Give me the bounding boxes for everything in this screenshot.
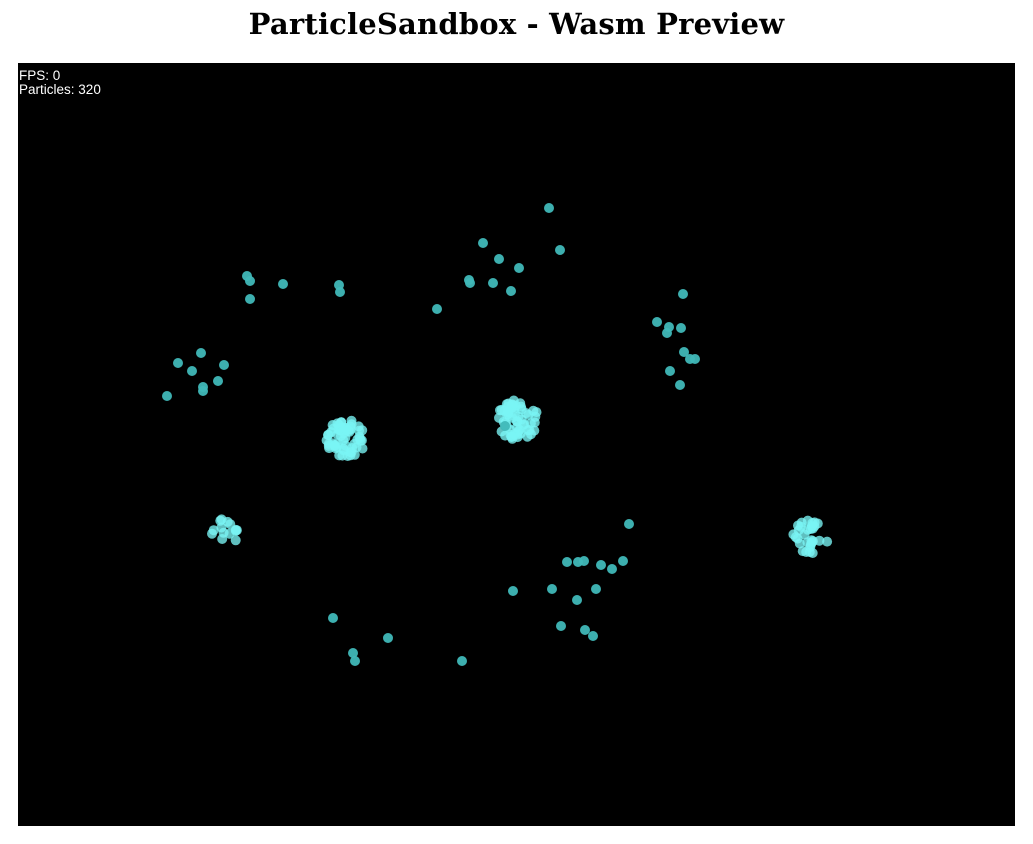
particle: [464, 275, 474, 285]
particle: [675, 380, 685, 390]
particle: [514, 263, 524, 273]
particle: [676, 323, 686, 333]
particle-count-readout: Particles: 320: [19, 83, 101, 97]
particles-value: 320: [78, 82, 101, 97]
particle: [383, 633, 393, 643]
particle: [652, 317, 662, 327]
simulation-viewport[interactable]: FPS: 0 Particles: 320: [18, 63, 1015, 826]
particle: [196, 348, 206, 358]
particle: [529, 417, 540, 428]
particle-cluster: [788, 515, 833, 558]
particle: [326, 427, 337, 438]
particle: [506, 286, 516, 296]
particle: [336, 417, 347, 428]
particle: [544, 203, 554, 213]
particle: [352, 434, 363, 445]
particle: [173, 358, 183, 368]
particle: [579, 556, 589, 566]
particle: [522, 431, 533, 442]
particle: [794, 538, 805, 549]
particle: [624, 519, 634, 529]
particle: [350, 656, 360, 666]
particle: [588, 631, 598, 641]
particle: [162, 391, 172, 401]
particle-cluster: [207, 514, 242, 546]
particle: [335, 287, 345, 297]
particle-cluster: [494, 395, 542, 444]
particle: [596, 560, 606, 570]
particle: [500, 421, 510, 431]
particle: [796, 517, 807, 528]
particle: [678, 289, 688, 299]
particle: [665, 366, 675, 376]
particle: [562, 557, 572, 567]
hud-overlay: FPS: 0 Particles: 320: [19, 69, 101, 97]
particle: [662, 328, 672, 338]
particle-cluster: [321, 415, 368, 461]
particle: [230, 525, 241, 536]
particle: [230, 535, 241, 546]
particle: [580, 625, 590, 635]
particle: [516, 414, 527, 425]
particle: [494, 254, 504, 264]
particle: [516, 401, 526, 412]
particle: [685, 354, 695, 364]
particle: [547, 584, 557, 594]
particle: [591, 584, 601, 594]
particle: [334, 450, 345, 461]
particle: [508, 586, 518, 596]
particle: [216, 522, 227, 533]
particle: [528, 405, 539, 416]
particle: [346, 415, 357, 426]
particle-canvas[interactable]: [18, 63, 1015, 826]
particle: [572, 595, 582, 605]
particle: [245, 294, 255, 304]
particle: [330, 440, 340, 451]
particle: [607, 564, 617, 574]
particle: [245, 276, 255, 286]
fps-label: FPS:: [19, 68, 50, 83]
particle: [506, 431, 517, 442]
particle: [457, 656, 467, 666]
particle: [432, 304, 442, 314]
particle: [187, 366, 197, 376]
particle: [556, 621, 566, 631]
particle: [555, 245, 565, 255]
particle: [213, 376, 223, 386]
particle: [198, 386, 208, 396]
particle: [499, 405, 510, 416]
particle: [809, 517, 820, 528]
particle: [478, 238, 488, 248]
particle: [822, 536, 833, 547]
particle: [342, 451, 353, 461]
particle: [618, 556, 628, 566]
particle: [805, 539, 816, 550]
particles-label: Particles:: [19, 82, 75, 97]
fps-value: 0: [52, 68, 61, 83]
particle: [488, 278, 498, 288]
particle: [507, 412, 518, 423]
particle: [278, 279, 288, 289]
particle: [328, 613, 338, 623]
fps-readout: FPS: 0: [19, 69, 101, 83]
particle: [219, 360, 229, 370]
page-title: ParticleSandbox - Wasm Preview: [248, 7, 785, 41]
